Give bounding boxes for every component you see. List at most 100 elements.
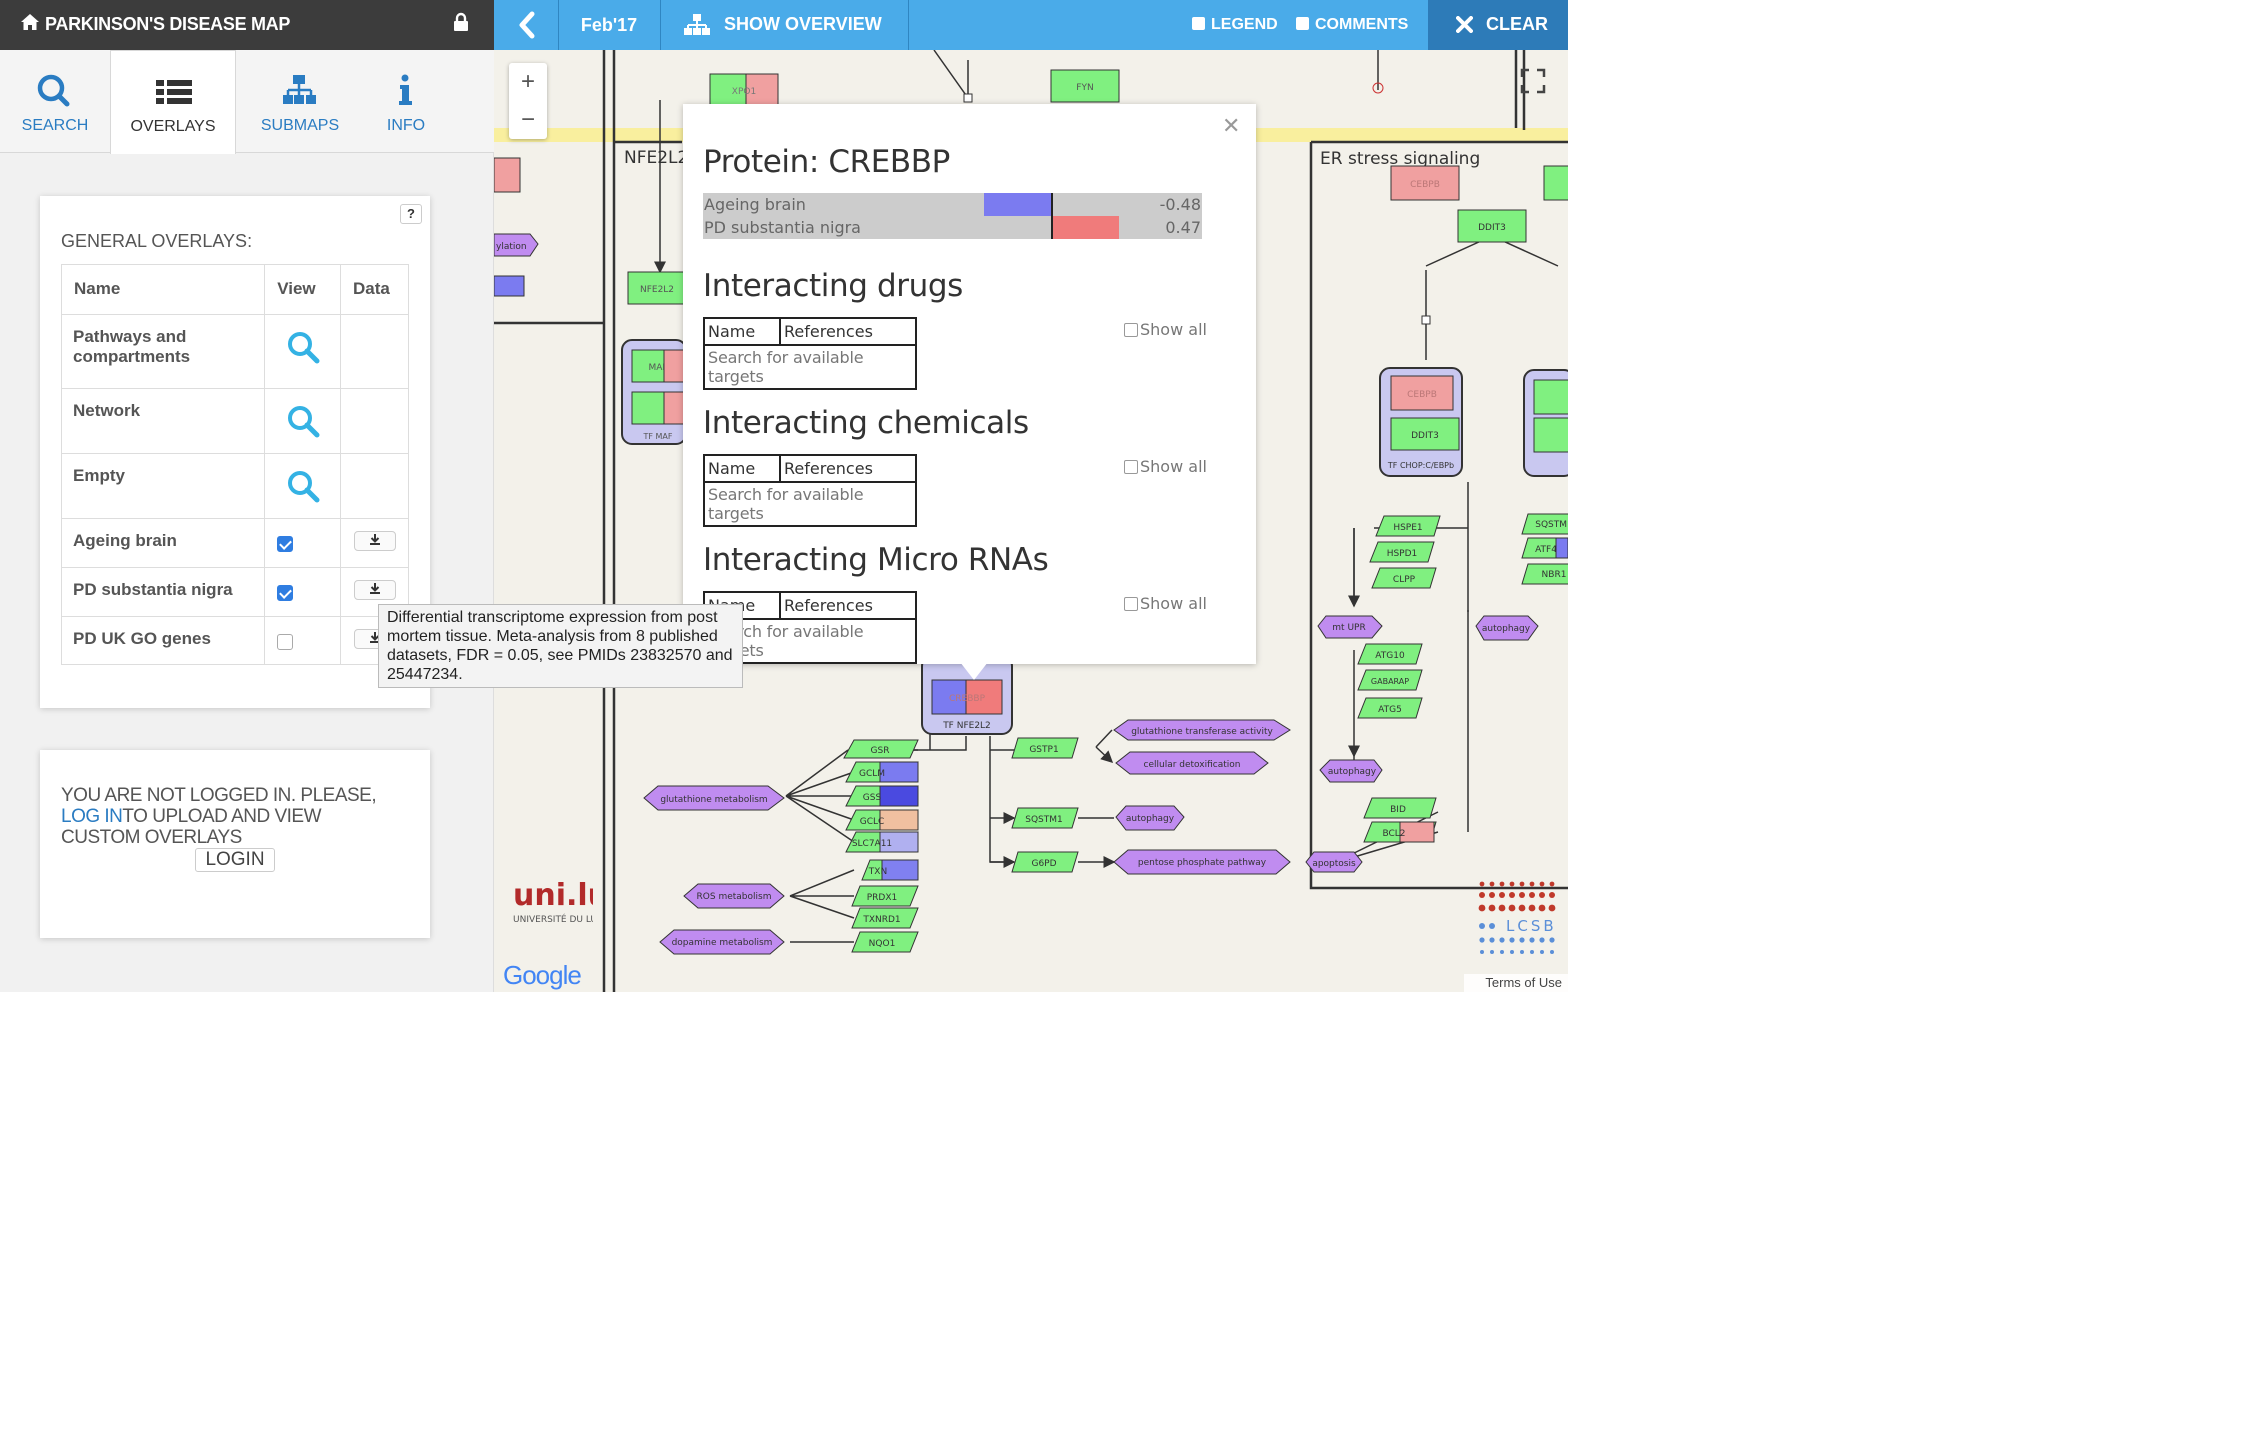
chevron-left-icon: [519, 11, 535, 39]
info-icon: [399, 74, 412, 105]
node-label: ATG5: [1378, 705, 1402, 715]
login-link[interactable]: LOG IN: [61, 806, 123, 827]
reaction-edge: [1078, 817, 1114, 862]
legend-toggle[interactable]: LEGEND: [1192, 0, 1280, 50]
show-all-checkbox[interactable]: [1124, 323, 1138, 337]
sitemap-icon: [684, 14, 710, 35]
sitemap-icon: [283, 75, 316, 104]
show-overview-button[interactable]: SHOW OVERVIEW: [660, 0, 908, 50]
tab-submaps-label: SUBMAPS: [260, 117, 340, 134]
node-label: GSS: [863, 793, 882, 803]
login-message-line1: YOU ARE NOT LOGGED IN. PLEASE,: [61, 785, 377, 806]
protein-node[interactable]: [494, 157, 521, 193]
reaction-edge: [1425, 235, 1559, 360]
overlay-cell: [879, 785, 919, 807]
download-button[interactable]: [353, 531, 396, 551]
node-label: TF MAF: [642, 432, 672, 441]
google-logo: Google: [503, 960, 582, 991]
overlays-table-header: Name View Data: [60, 264, 409, 315]
reaction-edge: [933, 50, 969, 101]
overlay-checkbox[interactable]: [277, 634, 294, 651]
home-icon[interactable]: [20, 13, 40, 31]
node-label: HSPD1: [1387, 549, 1418, 559]
node-label: GABARAP: [1371, 677, 1409, 686]
node-label: G6PD: [1031, 859, 1056, 869]
clear-label: CLEAR: [1486, 14, 1548, 34]
drugs-search-placeholder[interactable]: Search for available targets: [703, 344, 917, 390]
tab-search[interactable]: SEARCH: [0, 50, 110, 153]
overlay-data-cell: [340, 518, 409, 568]
zoom-in-button[interactable]: +: [509, 63, 547, 101]
node-label: ROS metabolism: [697, 892, 772, 902]
show-all-chemicals-toggle[interactable]: Show all: [1124, 457, 1207, 476]
clear-button[interactable]: CLEAR: [1428, 0, 1568, 50]
show-all-checkbox[interactable]: [1124, 597, 1138, 611]
overlay-checkbox[interactable]: [277, 536, 294, 553]
tab-submaps[interactable]: SUBMAPS: [236, 50, 364, 153]
general-overlays-heading: GENERAL OVERLAYS:: [61, 231, 253, 251]
overlay-name: Ageing brain: [60, 518, 266, 568]
overlay-value-name: Ageing brain: [704, 195, 806, 214]
back-button[interactable]: [494, 0, 558, 50]
fullscreen-icon[interactable]: [1518, 66, 1548, 96]
overlay-description-tooltip: Differential transcriptome expression fr…: [378, 604, 743, 688]
university-name: UNIVERSITÉ DU LUXEMBOURG: [513, 913, 593, 925]
show-all-micrornas-toggle[interactable]: Show all: [1124, 594, 1207, 613]
login-message-line2: TO UPLOAD AND VIEW: [122, 806, 322, 827]
login-button[interactable]: LOGIN: [195, 848, 275, 872]
legend-checkbox[interactable]: [1192, 17, 1205, 30]
terms-of-use-link[interactable]: Terms of Use: [1464, 974, 1568, 992]
download-icon: [369, 534, 380, 545]
show-all-label: Show all: [1140, 457, 1207, 476]
overlay-data-cell: [340, 453, 409, 519]
download-icon: [369, 583, 380, 594]
comments-toggle[interactable]: COMMENTS: [1296, 0, 1414, 50]
download-button[interactable]: [353, 580, 396, 600]
chemicals-table: Name References Search for available targ…: [703, 454, 917, 527]
reaction-edge: [990, 749, 1014, 818]
node-label: XPO1: [732, 87, 756, 97]
overlay-value-row: PD substantia nigra 0.47: [703, 216, 1202, 239]
magnifier-icon[interactable]: [284, 468, 322, 506]
overlay-cell: [663, 349, 685, 383]
lock-icon[interactable]: [452, 12, 470, 32]
node-label: cellular detoxification: [1144, 760, 1241, 770]
node-label: NQO1: [869, 939, 896, 949]
tab-search-label: SEARCH: [21, 117, 89, 134]
overlay-name: Network: [60, 388, 266, 454]
node-label: mt UPR: [1332, 623, 1365, 633]
node-label: TF CHOP:C/EBPb: [1387, 461, 1454, 470]
protein-node[interactable]: [1533, 379, 1568, 415]
show-all-drugs-toggle[interactable]: Show all: [1124, 320, 1207, 339]
google-logo-text: Google: [503, 960, 582, 990]
compartment-label: NFE2L2: [624, 148, 688, 168]
tab-overlays-label: OVERLAYS: [130, 118, 216, 135]
overlay-row: Network: [60, 388, 409, 454]
node-label: TXN: [868, 867, 887, 877]
app-title-bar: PARKINSON'S DISEASE MAP: [0, 0, 494, 50]
app-title[interactable]: PARKINSON'S DISEASE MAP: [45, 14, 290, 35]
node-label: NBR1: [1542, 570, 1567, 580]
zoom-out-button[interactable]: −: [509, 101, 547, 139]
help-button[interactable]: ?: [400, 204, 422, 224]
comments-checkbox[interactable]: [1296, 17, 1309, 30]
show-all-checkbox[interactable]: [1124, 460, 1138, 474]
node-label: GCLC: [860, 817, 885, 827]
column-header-name: Name: [60, 264, 266, 315]
overlay-cell: [663, 391, 685, 425]
overlay-name: PD UK GO genes: [60, 616, 266, 665]
tab-info[interactable]: INFO: [364, 50, 448, 153]
overlay-checkbox[interactable]: [277, 585, 294, 602]
node-label: ATF4: [1535, 545, 1557, 555]
chemicals-search-placeholder[interactable]: Search for available targets: [703, 481, 917, 527]
tab-overlays[interactable]: OVERLAYS: [110, 50, 236, 154]
magnifier-icon[interactable]: [284, 403, 322, 441]
protein-node[interactable]: [1543, 165, 1568, 201]
overlay-cell: [494, 275, 525, 297]
panel-tabs: SEARCH OVERLAYS SUBMAPS INFO: [0, 50, 494, 154]
protein-node[interactable]: [1533, 417, 1568, 453]
close-icon[interactable]: ✕: [1222, 114, 1240, 139]
lcsb-dots-red: [1478, 881, 1556, 912]
search-icon: [37, 74, 70, 107]
magnifier-icon[interactable]: [284, 329, 322, 367]
